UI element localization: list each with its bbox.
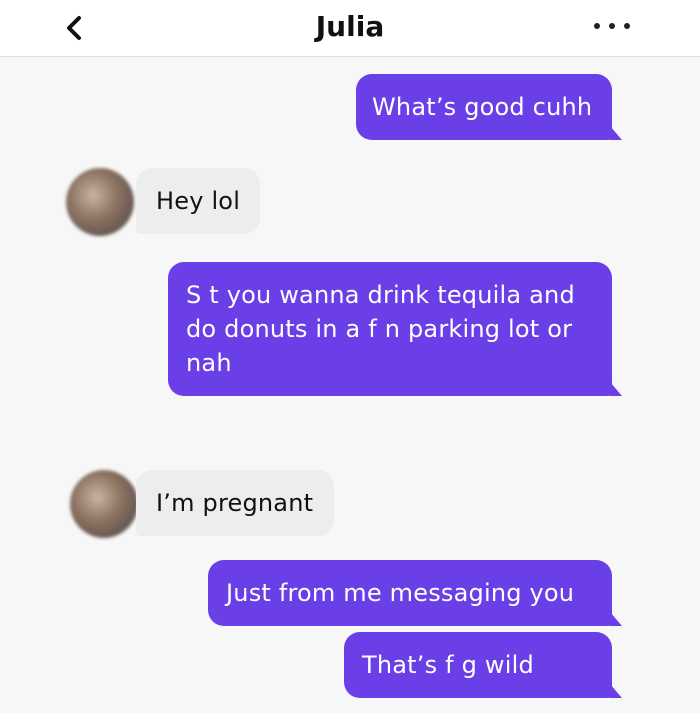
message-outgoing[interactable]: S t you wanna drink tequila and do donut… [168,262,622,396]
message-text: I’m pregnant [156,489,314,517]
message-text: Just from me messaging you [226,579,575,607]
message-text: That’s f g wild [362,651,534,679]
message-outgoing[interactable]: Just from me messaging you [208,560,622,626]
message-text: What’s good cuhh [372,93,593,121]
contact-avatar[interactable] [66,168,134,236]
message-outgoing[interactable]: That’s f g wild [344,632,622,698]
more-options-button[interactable] [594,16,630,36]
message-text: S t you wanna drink tequila and do donut… [186,281,575,377]
message-incoming[interactable]: Hey lol [136,168,260,234]
message-incoming[interactable]: I’m pregnant [136,470,334,536]
more-dots-icon [594,23,600,29]
chat-header: Julia [0,0,700,57]
contact-avatar[interactable] [70,470,138,538]
message-text: Hey lol [156,187,241,215]
message-outgoing[interactable]: What’s good cuhh [356,74,622,140]
